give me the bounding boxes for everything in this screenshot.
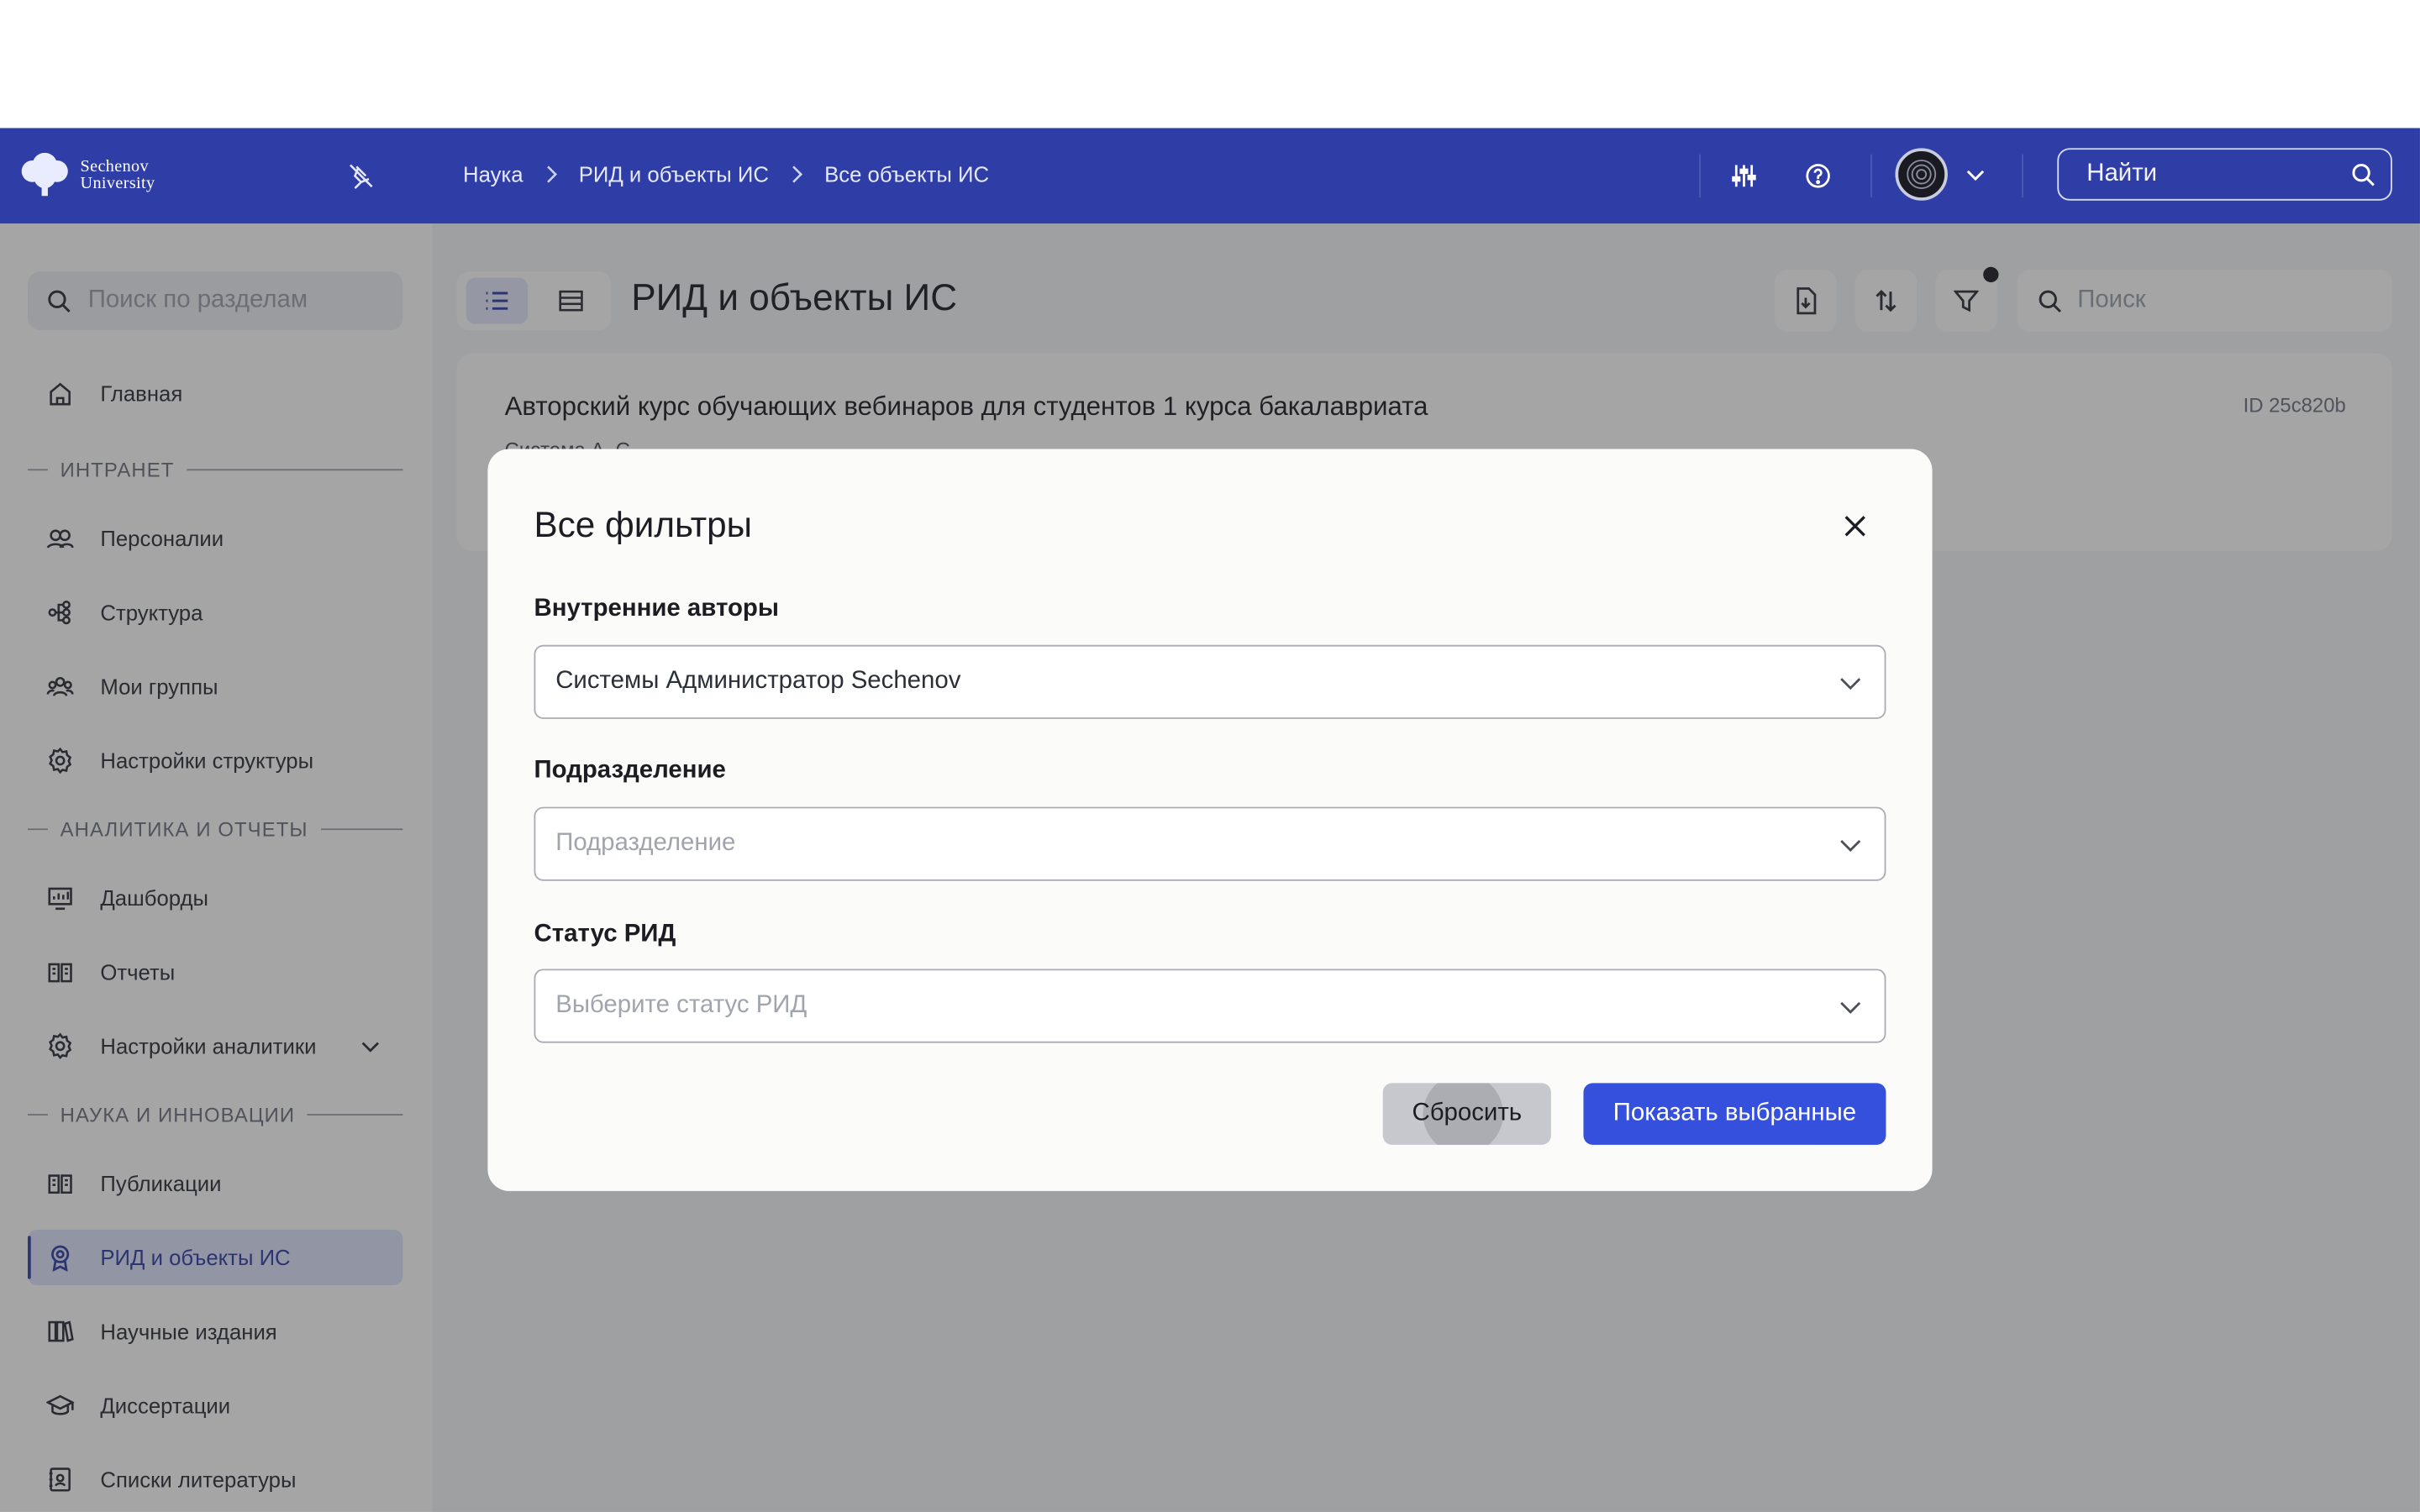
modal-title: Все фильтры bbox=[534, 504, 752, 545]
department-select[interactable]: Подразделение bbox=[534, 806, 1886, 881]
field-label-internal-authors: Внутренние авторы bbox=[534, 595, 779, 622]
close-button[interactable] bbox=[1839, 511, 1870, 542]
field-label-department: Подразделение bbox=[534, 757, 726, 785]
chevron-right-icon bbox=[544, 165, 557, 184]
header-divider bbox=[1870, 154, 1872, 198]
logo-line-1: Sechenov bbox=[80, 157, 150, 176]
internal-authors-select[interactable]: Системы Администратор Sechenov bbox=[534, 644, 1886, 719]
fingerprint-avatar-icon bbox=[1907, 160, 1937, 189]
breadcrumb: Наука РИД и объекты ИС Все объекты ИС bbox=[463, 162, 989, 186]
user-avatar[interactable] bbox=[1895, 148, 1948, 201]
global-search-input[interactable]: Найти bbox=[2057, 148, 2392, 201]
logo-line-2: University bbox=[80, 174, 155, 193]
breadcrumb-item-nauka[interactable]: Наука bbox=[463, 162, 523, 186]
header-divider bbox=[1699, 154, 1702, 198]
chevron-down-icon[interactable] bbox=[1963, 162, 1987, 186]
chevron-down-icon bbox=[1840, 840, 1861, 852]
global-search-placeholder: Найти bbox=[2086, 160, 2158, 187]
breadcrumb-item-rid[interactable]: РИД и объекты ИС bbox=[579, 162, 769, 186]
reset-button-label: Сбросить bbox=[1412, 1100, 1523, 1126]
help-icon[interactable] bbox=[1804, 162, 1832, 190]
search-icon[interactable] bbox=[2350, 162, 2375, 186]
chevron-down-icon bbox=[1840, 678, 1861, 690]
filters-modal: Все фильтры Внутренние авторы Системы Ад… bbox=[487, 449, 1933, 1191]
header-divider bbox=[2022, 154, 2023, 198]
department-placeholder: Подразделение bbox=[555, 830, 736, 857]
rid-status-select[interactable]: Выберите статус РИД bbox=[534, 969, 1886, 1043]
sechenov-logo[interactable]: Sechenov University bbox=[18, 152, 155, 199]
tree-logo-icon bbox=[21, 152, 68, 197]
top-blank-area bbox=[0, 0, 2420, 129]
chevron-down-icon bbox=[1840, 1001, 1861, 1014]
field-label-rid-status: Статус РИД bbox=[534, 921, 676, 948]
reset-button[interactable]: Сбросить bbox=[1382, 1083, 1551, 1145]
show-selected-label: Показать выбранные bbox=[1612, 1100, 1857, 1126]
sliders-settings-icon[interactable] bbox=[1730, 162, 1758, 190]
show-selected-button[interactable]: Показать выбранные bbox=[1583, 1083, 1886, 1145]
breadcrumb-item-current[interactable]: Все объекты ИС bbox=[824, 162, 989, 186]
pin-off-icon[interactable] bbox=[347, 162, 375, 190]
close-icon bbox=[1844, 516, 1865, 537]
internal-authors-value: Системы Администратор Sechenov bbox=[555, 668, 961, 695]
chevron-right-icon bbox=[791, 165, 803, 184]
rid-status-placeholder: Выберите статус РИД bbox=[555, 991, 808, 1019]
